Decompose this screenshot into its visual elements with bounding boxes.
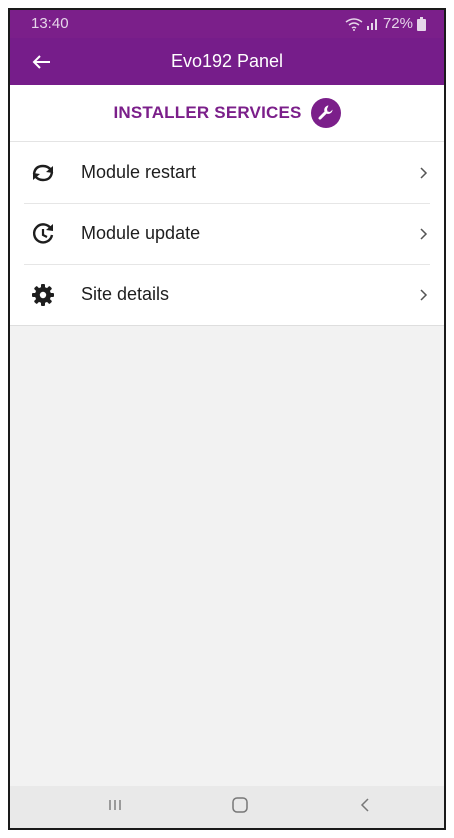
phone-screen: 13:40 72% Evo192 Panel INSTALLER SERVICE… [8,8,446,830]
site-details-label: Site details [81,284,170,304]
module-update-label: Module update [81,223,201,243]
chevron-right-icon [418,226,430,242]
signal-icon [366,17,379,30]
module-restart-label: Module restart [81,162,197,182]
battery-percent: 72% [382,15,413,32]
chevron-right-icon [418,287,430,303]
home-button[interactable] [225,795,255,819]
back-icon [357,796,373,819]
chevron-right-icon [418,165,430,181]
system-back-button[interactable] [350,795,380,819]
gear-icon [30,282,56,308]
section-header: INSTALLER SERVICES [10,85,444,142]
wrench-icon [310,98,341,128]
site-details-item[interactable]: Site details [10,264,444,325]
status-time: 13:40 [31,15,69,32]
menu-list: Module restart Module update Site detail… [10,142,444,326]
home-icon [230,795,250,820]
battery-icon [417,16,426,31]
app-title: Evo192 Panel [170,51,284,71]
recents-icon [107,797,123,818]
wifi-icon [345,17,363,31]
system-nav-bar [10,786,444,828]
section-title: INSTALLER SERVICES [113,103,302,122]
status-bar: 13:40 72% [10,10,444,38]
update-icon [30,221,56,247]
app-bar: Evo192 Panel [10,38,444,85]
restart-icon [30,160,56,186]
module-update-item[interactable]: Module update [10,203,444,264]
recents-button[interactable] [100,795,130,819]
module-restart-item[interactable]: Module restart [10,142,444,203]
status-indicators: 72% [345,15,426,32]
